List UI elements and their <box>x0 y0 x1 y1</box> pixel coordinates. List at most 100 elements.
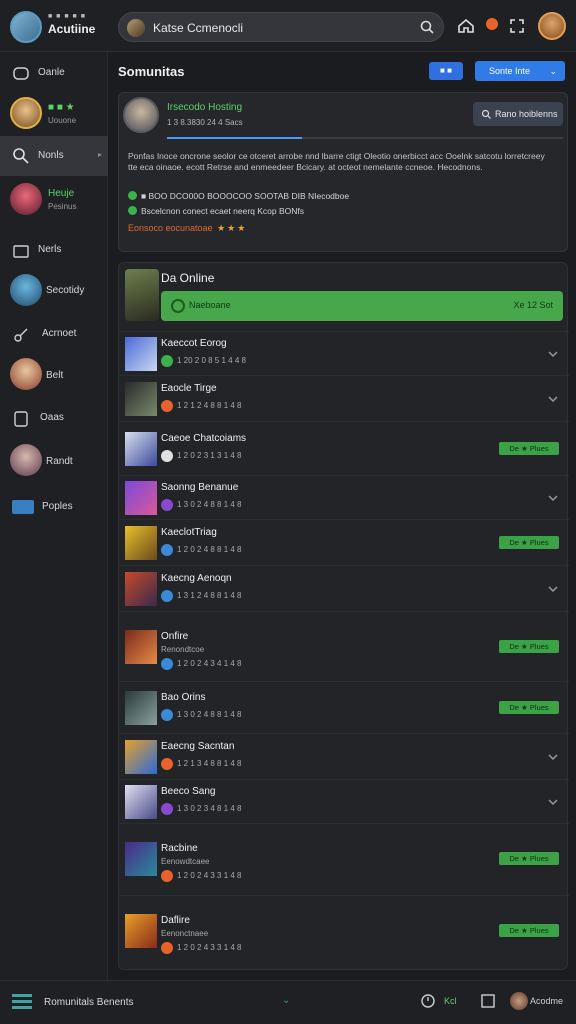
member-name: Saonng Benanue <box>161 482 239 493</box>
expand-icon[interactable] <box>507 16 527 36</box>
card-progress-fill <box>167 137 302 139</box>
member-badge[interactable]: De ★ Plues <box>499 640 559 653</box>
search-text: Katse Ccmenocli <box>153 21 244 35</box>
member-thumbnail <box>125 785 157 819</box>
card-feature-line: Bscelcnon conect ecaet neerq Kcop BONfs <box>128 206 304 216</box>
member-meta: 1 2 0 2 4 3 4 1 4 8 <box>177 659 242 668</box>
sidebar-item-nerls[interactable]: Nerls <box>0 230 108 274</box>
member-meta: 1 3 0 2 4 8 8 1 4 8 <box>177 710 242 719</box>
sidebar-item-heuje[interactable]: Heuje Pesinus <box>0 180 108 220</box>
chat-icon <box>13 67 29 80</box>
member-name: Caeoe Chatcoiams <box>161 433 247 444</box>
app-title: Acutiine <box>48 22 96 36</box>
member-meta: 1 2 0 2 4 3 3 1 4 8 <box>177 871 242 880</box>
chevron-down-icon[interactable] <box>547 348 559 360</box>
member-row[interactable]: Caeoe Chatcoiams 1 2 0 2 3 1 3 1 4 8 De ★ … <box>119 421 569 475</box>
member-name: Eaecng Sacntan <box>161 741 235 752</box>
star-icon: ★★★ <box>217 223 248 233</box>
sidebar-item-belt[interactable]: Belt <box>0 354 108 398</box>
sidebar-item-secotidy[interactable]: Secotidy <box>0 270 108 314</box>
member-badge[interactable]: De ★ Plues <box>499 536 559 549</box>
status-icon <box>161 942 173 954</box>
member-row[interactable]: Kaecng Aenoqn 1 3 1 2 4 8 8 1 4 8 <box>119 565 569 611</box>
status-icon <box>161 544 173 556</box>
search-icon <box>481 109 491 119</box>
bottom-bar: Romunitals Benents ⌄ Kcl Acodme <box>0 980 576 1024</box>
sidebar-item-label: Acrnoet <box>42 328 77 339</box>
chevron-down-icon[interactable] <box>547 751 559 763</box>
member-thumbnail <box>125 526 157 560</box>
member-badge[interactable]: De ★ Plues <box>499 442 559 455</box>
sidebar-item-poples[interactable]: Poples <box>0 486 108 530</box>
member-row[interactable]: Racbine Eenowdtcaee 1 2 0 2 4 3 3 1 4 8 De … <box>119 823 569 893</box>
member-row[interactable]: Saonng Benanue 1 3 0 2 4 8 8 1 4 8 <box>119 475 569 519</box>
card-progress <box>167 137 563 139</box>
card-feature-text: Bscelcnon conect ecaet neerq Kcop BONfs <box>141 206 305 216</box>
member-badge[interactable]: De ★ Plues <box>499 852 559 865</box>
chevron-down-icon[interactable] <box>547 583 559 595</box>
clock-icon[interactable] <box>420 993 436 1009</box>
chevron-down-icon[interactable] <box>547 796 559 808</box>
chevron-down-icon[interactable] <box>547 492 559 504</box>
sidebar-item-oaas[interactable]: Oaas <box>0 398 108 442</box>
home-icon[interactable] <box>456 16 476 36</box>
online-status-bar[interactable]: Naeboane Xe 12 Sot <box>161 291 563 321</box>
sidebar-item-acrnoet[interactable]: Acrnoet <box>0 314 108 358</box>
member-badge[interactable]: De ★ Plues <box>499 924 559 937</box>
card-action-button[interactable]: Rano hoiblenns <box>473 102 563 126</box>
profile-avatar <box>10 97 42 129</box>
small-action-button[interactable]: ■ ■ <box>429 62 463 80</box>
member-thumbnail <box>125 842 157 876</box>
member-row[interactable]: Eaecng Sacntan 1 2 1 3 4 8 8 1 4 8 <box>119 733 569 779</box>
member-name: Onfire <box>161 631 189 642</box>
menu-icon[interactable] <box>12 993 32 1011</box>
document-icon <box>14 411 28 427</box>
primary-dropdown-button[interactable]: Sonte Inte ⌄ <box>475 61 565 81</box>
sidebar-item-randt[interactable]: Randt <box>0 440 108 484</box>
bottom-avatar[interactable] <box>510 992 528 1010</box>
member-subtitle: Eenonctnaee <box>161 929 209 938</box>
chevron-down-icon[interactable]: ⌄ <box>282 995 290 1006</box>
square-icon[interactable] <box>480 993 496 1009</box>
heuje-avatar <box>10 183 42 215</box>
member-name: Daflire <box>161 915 190 926</box>
bottom-label-2: Acodme <box>530 996 564 1006</box>
secotidy-avatar <box>10 274 42 306</box>
member-row[interactable]: Beeco Sang 1 3 0 2 3 4 8 1 4 8 <box>119 779 569 823</box>
member-thumbnail <box>125 914 157 948</box>
member-row[interactable]: Daflire Eenonctnaee 1 2 0 2 4 3 3 1 4 8 De … <box>119 895 569 965</box>
bottom-title: Romunitals Benents <box>44 997 134 1008</box>
sidebar-item-profile[interactable]: ■ ■ ★ Uouone <box>0 92 108 142</box>
app-avatar[interactable] <box>10 11 42 43</box>
main-content: Somunitas ■ ■ Sonte Inte ⌄ Irsecodo Host… <box>108 52 576 980</box>
member-subtitle: Renondtcoe <box>161 645 205 654</box>
top-bar: ■ ■ ■ ■ ■ Acutiine Katse Ccmenocli <box>0 0 576 52</box>
member-thumbnail <box>125 691 157 725</box>
member-name: Racbine <box>161 843 198 854</box>
sidebar-item-nonls[interactable]: Nonls ▸ <box>0 136 108 176</box>
sidebar-item-oanle[interactable]: Oanle <box>0 52 108 96</box>
member-row[interactable]: Eaocle Tirge 1 2 1 2 4 8 8 1 4 8 <box>119 375 569 421</box>
status-icon <box>161 499 173 511</box>
member-row[interactable]: Onfire Renondtcoe 1 2 0 2 4 3 4 1 4 8 De ★ … <box>119 611 569 681</box>
check-icon <box>128 206 137 215</box>
sidebar-item-label: Belt <box>46 370 64 381</box>
member-row[interactable]: KaeclotTriag 1 2 0 2 4 8 8 1 4 8 De ★ Plue… <box>119 519 569 565</box>
card-action-label: Rano hoiblenns <box>495 109 558 119</box>
member-row[interactable]: Bao Orins 1 3 0 2 4 8 8 1 4 8 De ★ Plues <box>119 681 569 733</box>
notification-dot-icon[interactable] <box>486 18 498 30</box>
search-input[interactable]: Katse Ccmenocli <box>118 12 444 42</box>
search-icon <box>13 148 29 164</box>
member-thumbnail <box>125 740 157 774</box>
member-row[interactable]: Kaeccot Eorog 1 20 2 0 8 5 1 4 4 8 <box>119 331 569 375</box>
search-icon[interactable] <box>419 19 435 35</box>
sidebar: Oanle ■ ■ ★ Uouone Nonls ▸ Heuje Pesinus… <box>0 52 108 980</box>
sidebar-item-label: Oanle <box>38 67 65 78</box>
online-panel: Da Online Naeboane Xe 12 Sot Kaeccot Eor… <box>118 262 569 970</box>
member-badge[interactable]: De ★ Plues <box>499 701 559 714</box>
member-name: Kaecng Aenoqn <box>161 573 232 584</box>
app-badge: ■ ■ ■ ■ ■ <box>48 13 86 20</box>
member-name: Kaeccot Eorog <box>161 338 227 349</box>
user-avatar[interactable] <box>538 12 566 40</box>
chevron-down-icon[interactable] <box>547 393 559 405</box>
